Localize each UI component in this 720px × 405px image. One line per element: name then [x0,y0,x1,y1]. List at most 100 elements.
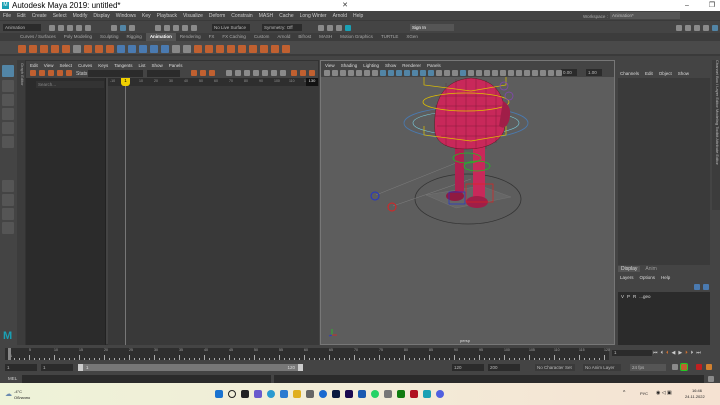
shelf-tab-arnold[interactable]: Arnold [273,33,294,41]
graph-menu-panels[interactable]: Panels [169,63,183,68]
shelf-tool-icon[interactable] [271,45,279,53]
graph-menu-edit[interactable]: Edit [30,63,38,68]
mel-label[interactable]: MEL [8,376,17,381]
viewport-tool-icon[interactable] [524,70,530,76]
graph-menu-show[interactable]: Show [152,63,163,68]
move-nearest-key-icon[interactable] [30,70,36,76]
snap-curve-icon[interactable] [164,25,170,31]
save-scene-icon[interactable] [67,25,73,31]
clamped-tangent-icon[interactable] [244,70,250,76]
script-editor-icon[interactable] [708,376,714,382]
symmetry-dropdown[interactable]: Symmetry: Off [262,24,302,31]
center-current-icon[interactable] [209,70,215,76]
stats-value-field[interactable] [147,70,180,77]
tab-anim[interactable]: Anim [642,266,659,272]
whatsapp-icon[interactable] [371,390,379,398]
shelf-tool-icon[interactable] [29,45,37,53]
shelf-tool-icon[interactable] [18,45,26,53]
language-indicator[interactable]: РУС [640,391,648,396]
menuset-dropdown[interactable]: Animation [3,24,41,31]
frame-all-icon[interactable] [191,70,197,76]
shelf-tool-icon[interactable] [62,45,70,53]
menu-visualize[interactable]: Visualize [183,13,203,19]
animation-end-field[interactable]: 200 [488,364,520,371]
outliner-search-input[interactable]: Search... [36,81,104,88]
shelf-tool-icon[interactable] [249,45,257,53]
viewport-tool-icon[interactable] [444,70,450,76]
ik-pole-control-left[interactable] [370,191,380,201]
break-tangents-icon[interactable] [300,70,306,76]
viewport-tool-icon[interactable] [540,70,546,76]
scene-view[interactable] [321,77,616,346]
command-input[interactable] [22,375,271,383]
go-to-end-icon[interactable]: ⏭ [696,350,701,356]
messenger-icon[interactable] [436,390,444,398]
graph-menu-select[interactable]: Select [59,63,72,68]
layer-render-toggle[interactable]: R [633,294,636,299]
graph-menu-keys[interactable]: Keys [98,63,108,68]
shelf-tool-icon[interactable] [51,45,59,53]
shelf-tab-custom[interactable]: Custom [250,33,274,41]
layer-menu-layers[interactable]: Layers [620,275,634,280]
plateau-tangent-icon[interactable] [280,70,286,76]
snap-view-icon[interactable] [182,25,188,31]
perspective-viewport[interactable]: View Shading Lighting Show Renderer Panels 0.… [320,60,615,345]
menu-display[interactable]: Display [93,13,109,19]
channel-menu-show[interactable]: Show [678,71,689,76]
shelf-tab-poly-modeling[interactable]: Poly Modeling [60,33,96,41]
menu-windows[interactable]: Windows [116,13,136,19]
anim-layer-dropdown[interactable]: No Anim Layer [583,364,621,371]
auto-key-icon[interactable] [680,363,688,371]
shelf-tab-rigging[interactable]: Rigging [123,33,146,41]
camera-icon[interactable] [384,390,392,398]
shelf-tool-icon[interactable] [194,45,202,53]
time-ruler[interactable]: 5 10 15 20 25 30 35 40 45 50 55 60 65 70 75 80 85 90 95 100… [5,348,610,360]
shelf-tool-icon[interactable] [227,45,235,53]
viewport-tool-icon[interactable] [420,70,426,76]
weather-text[interactable]: Облачно [14,395,30,400]
range-bar[interactable]: 1 120 [78,364,303,371]
maya-taskbar-icon[interactable] [423,390,431,398]
weather-icon[interactable]: ☁ [5,390,12,398]
viewport-menu-renderer[interactable]: Renderer [402,63,421,68]
play-forwards-icon[interactable]: ▶ [678,350,682,356]
four-view-layout-icon[interactable] [2,194,14,206]
viewport-tool-icon[interactable] [516,70,522,76]
viewport-menu-lighting[interactable]: Lighting [363,63,379,68]
channel-menu-channels[interactable]: Channels [620,71,639,76]
tab-display[interactable]: Display [618,266,641,272]
menu-edit[interactable]: Edit [17,13,26,19]
layer-menu-help[interactable]: Help [661,275,670,280]
viewport-tool-icon[interactable] [396,70,402,76]
shelf-tab-fx-caching[interactable]: FX Caching [218,33,250,41]
menu-help[interactable]: Help [353,13,363,19]
shelf-tool-icon[interactable] [128,45,136,53]
viewport-tool-icon[interactable] [404,70,410,76]
viewport-tool-icon[interactable] [380,70,386,76]
menu-cache[interactable]: Cache [279,13,293,19]
paint-select-tool-icon[interactable] [2,94,14,106]
viewport-tool-icon[interactable] [500,70,506,76]
viewport-menu-show[interactable]: Show [385,63,396,68]
layer-playback-toggle[interactable]: P [627,294,630,299]
chat-icon[interactable] [254,390,262,398]
open-scene-icon[interactable] [58,25,64,31]
viewport-tool-icon[interactable] [452,70,458,76]
step-forward-frame-icon[interactable]: ⏵ [691,350,694,356]
menu-deform[interactable]: Deform [209,13,225,19]
viewport-tool-icon[interactable] [476,70,482,76]
after-effects-icon[interactable] [345,390,353,398]
restore-button[interactable]: ❐ [705,0,719,11]
stats-time-field[interactable] [88,70,143,77]
viewport-tool-icon[interactable] [332,70,338,76]
auto-key-toggle-icon[interactable] [696,364,702,370]
viewport-tool-icon[interactable] [356,70,362,76]
shelf-tool-icon[interactable] [260,45,268,53]
start-icon[interactable] [215,390,223,398]
app-red-icon[interactable] [410,390,418,398]
shelf-tool-icon[interactable] [40,45,48,53]
viewport-tool-icon[interactable] [364,70,370,76]
workspace-dropdown[interactable]: Animation* [610,12,680,19]
new-layer-selected-icon[interactable] [703,284,709,290]
menu-mash[interactable]: MASH [259,13,273,19]
